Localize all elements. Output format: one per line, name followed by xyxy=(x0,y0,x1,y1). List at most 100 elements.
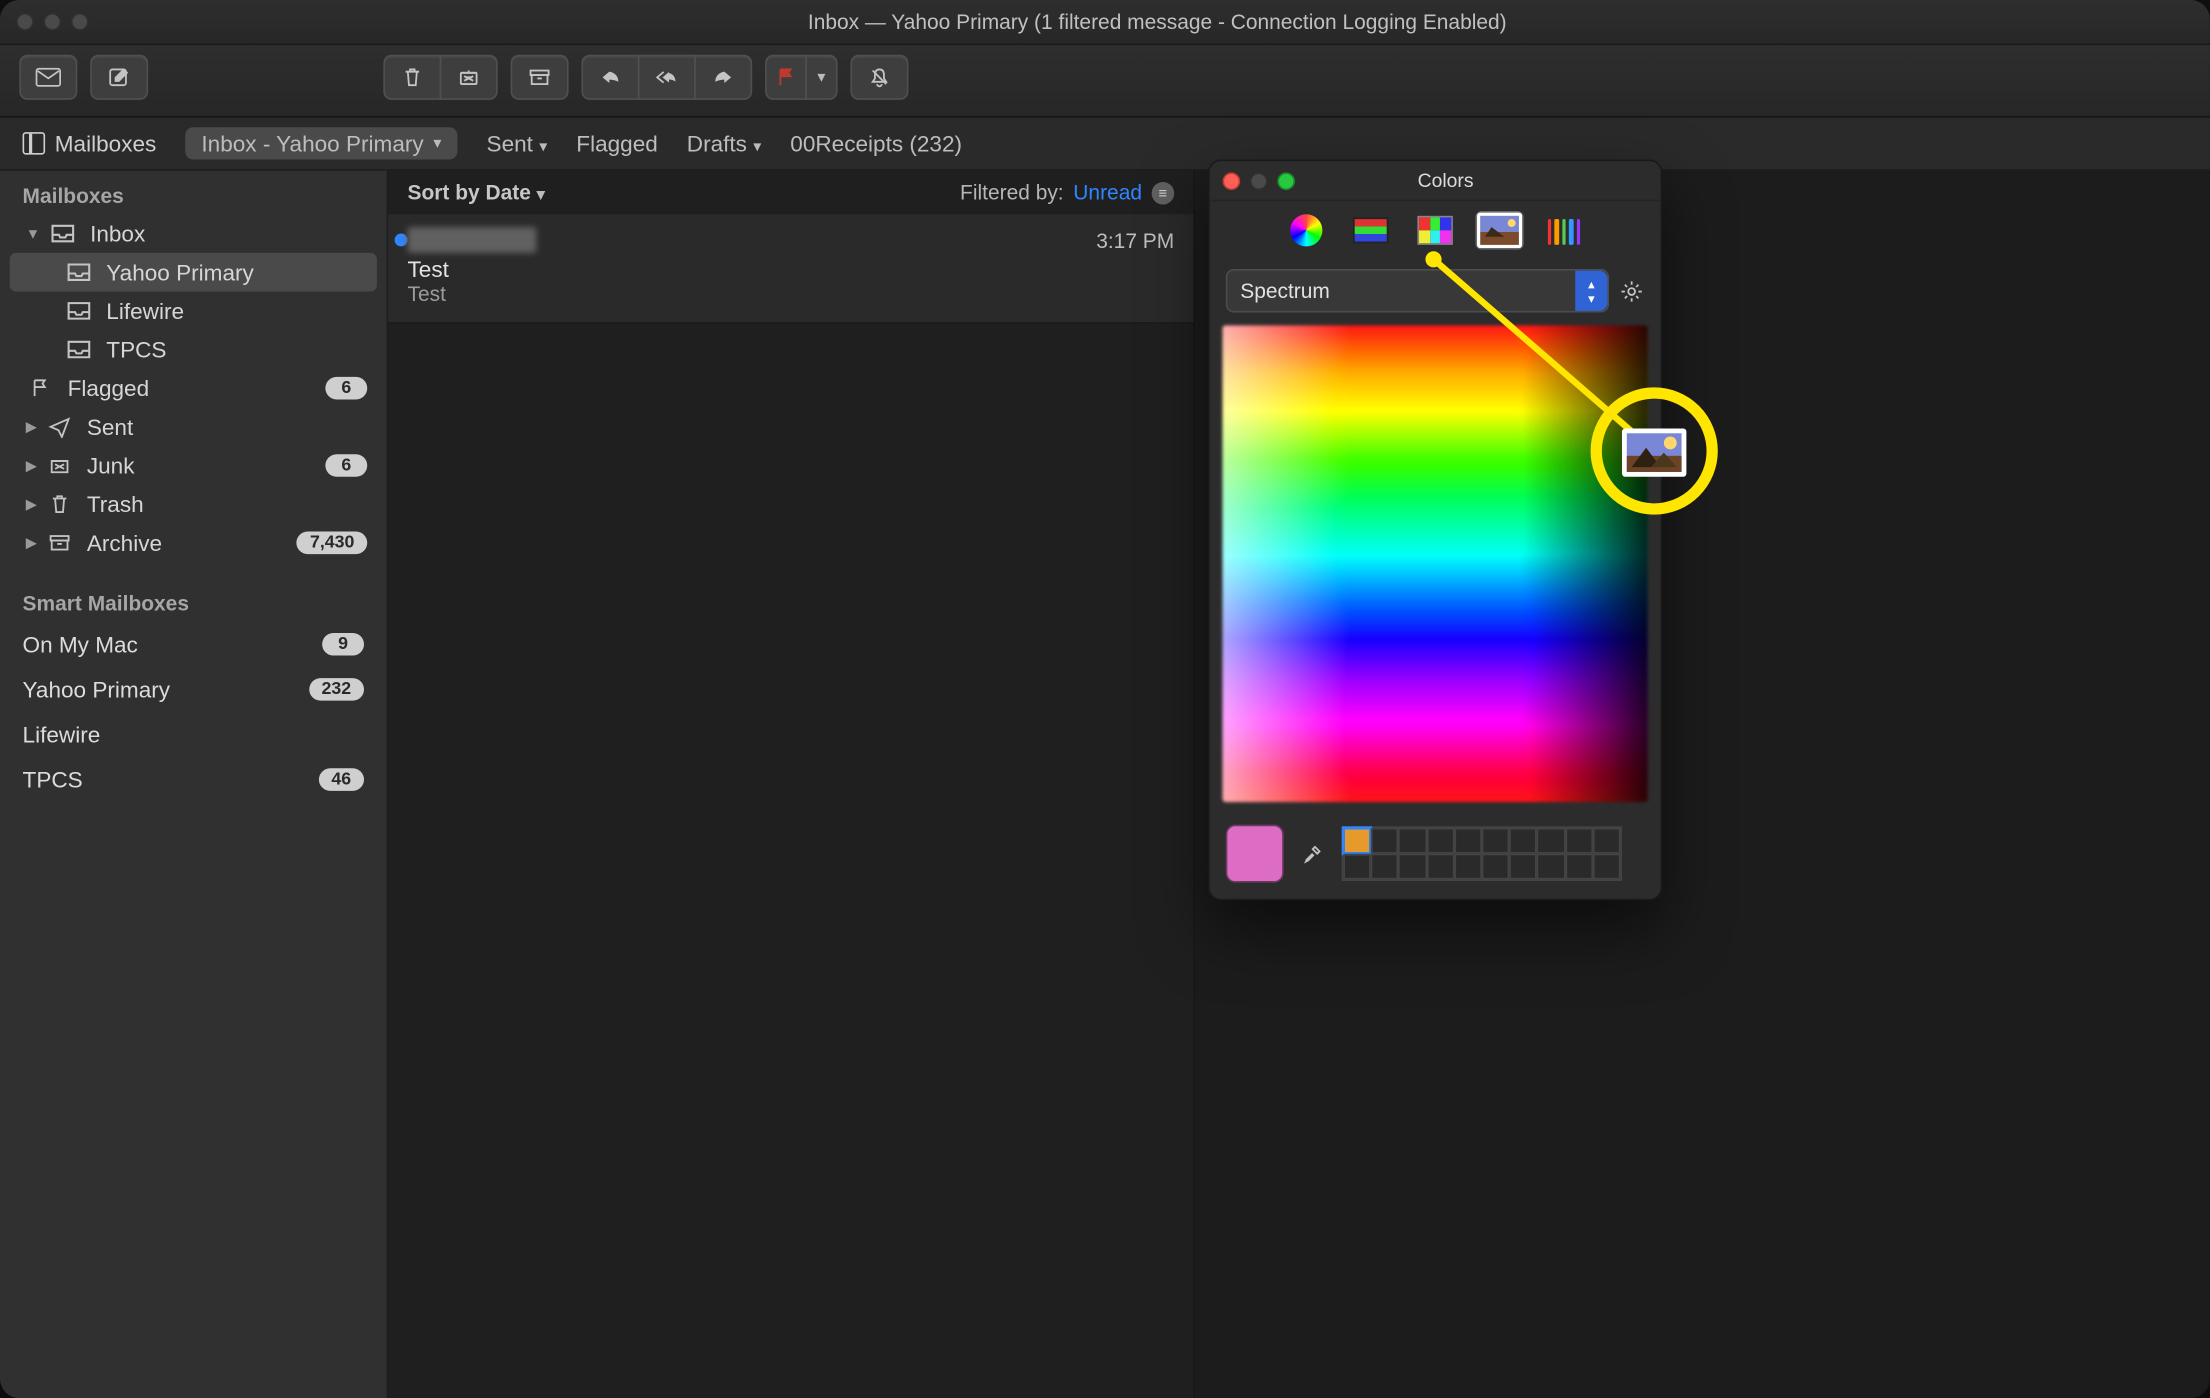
message-row[interactable]: 3:17 PM Test Test xyxy=(388,214,1193,324)
mode-color-palettes[interactable] xyxy=(1411,211,1459,250)
palette-settings-button[interactable] xyxy=(1619,278,1645,304)
swatch-cell[interactable] xyxy=(1371,854,1399,880)
sidebar-item-sent[interactable]: ▶ Sent xyxy=(0,408,387,447)
delete-button[interactable] xyxy=(383,55,441,100)
swatch-cell[interactable] xyxy=(1399,854,1427,880)
sidebar-item-yahoo-primary[interactable]: Yahoo Primary xyxy=(10,253,377,292)
mode-color-sliders[interactable] xyxy=(1347,211,1395,250)
junk-icon xyxy=(456,66,482,89)
chevron-down-icon: ▾ xyxy=(539,139,547,157)
reply-icon xyxy=(598,66,624,89)
inbox-tray-icon xyxy=(48,222,77,245)
colors-panel[interactable]: Colors Spectrum xyxy=(1208,159,1662,900)
swatch-cell[interactable] xyxy=(1510,854,1538,880)
minimize-window-icon[interactable] xyxy=(43,13,61,31)
current-color-well[interactable] xyxy=(1226,825,1284,883)
close-icon[interactable] xyxy=(1223,172,1241,190)
sidebar-item-junk[interactable]: ▶ Junk 6 xyxy=(0,446,387,485)
swatch-cell[interactable] xyxy=(1510,828,1538,854)
mailboxes-sidebar[interactable]: Mailboxes ▼ Inbox Yahoo Primary Lifewire xyxy=(0,171,388,1398)
filter-value-link[interactable]: Unread xyxy=(1073,180,1142,204)
sidebar-item-archive[interactable]: ▶ Archive 7,430 xyxy=(0,523,387,562)
move-to-junk-button[interactable] xyxy=(440,55,498,100)
disclosure-right-icon[interactable]: ▶ xyxy=(26,418,37,436)
swatch-cell[interactable] xyxy=(1426,854,1454,880)
sidebar-item-inbox[interactable]: ▼ Inbox xyxy=(0,214,387,253)
palette-dropdown[interactable]: Spectrum xyxy=(1226,269,1609,312)
new-message-button[interactable] xyxy=(90,55,148,100)
smart-item-lifewire[interactable]: Lifewire xyxy=(0,712,387,757)
reply-group xyxy=(581,55,752,100)
delete-group xyxy=(383,55,497,100)
toggle-sidebar-button[interactable]: Mailboxes xyxy=(23,130,157,156)
favorite-flagged[interactable]: Flagged xyxy=(576,130,657,156)
sidebar-section-header-mailboxes: Mailboxes xyxy=(0,171,387,214)
colors-panel-titlebar[interactable]: Colors xyxy=(1210,161,1661,201)
swatch-cell[interactable] xyxy=(1343,854,1371,880)
swatch-cell[interactable] xyxy=(1371,828,1399,854)
swatch-cell[interactable] xyxy=(1482,854,1510,880)
favorite-receipts[interactable]: 00Receipts (232) xyxy=(790,130,962,156)
swatch-cell[interactable] xyxy=(1593,828,1621,854)
chevron-down-icon: ▾ xyxy=(817,68,825,86)
swatch-cell[interactable] xyxy=(1343,828,1371,854)
get-new-mail-button[interactable] xyxy=(19,55,77,100)
minimize-icon[interactable] xyxy=(1250,172,1268,190)
flag-button[interactable] xyxy=(765,55,807,100)
swatch-grid[interactable] xyxy=(1342,826,1622,881)
eyedropper-icon xyxy=(1300,842,1326,865)
reply-all-icon xyxy=(654,66,680,89)
envelope-icon xyxy=(35,66,61,89)
disclosure-down-icon[interactable]: ▼ xyxy=(26,225,40,241)
sidebar-item-lifewire[interactable]: Lifewire xyxy=(0,292,387,331)
disclosure-right-icon[interactable]: ▶ xyxy=(26,457,37,475)
forward-icon xyxy=(710,66,736,89)
smart-item-tpcs[interactable]: TPCS 46 xyxy=(0,757,387,802)
message-list-pane: Sort by Date ▾ Filtered by: Unread ≡ 3:1… xyxy=(388,171,1195,1398)
smart-item-yahoo-primary[interactable]: Yahoo Primary 232 xyxy=(0,667,387,712)
mail-window: Inbox — Yahoo Primary (1 filtered messag… xyxy=(0,0,2210,1398)
current-mailbox-chip[interactable]: Inbox - Yahoo Primary ▾ xyxy=(185,127,457,159)
reply-all-button[interactable] xyxy=(638,55,696,100)
swatch-cell[interactable] xyxy=(1565,828,1593,854)
count-badge: 6 xyxy=(325,377,367,400)
swatch-cell[interactable] xyxy=(1454,828,1482,854)
swatch-cell[interactable] xyxy=(1426,828,1454,854)
favorite-drafts[interactable]: Drafts ▾ xyxy=(687,130,762,156)
swatch-cell[interactable] xyxy=(1454,854,1482,880)
sort-button[interactable]: Sort by Date ▾ xyxy=(408,180,545,204)
reply-button[interactable] xyxy=(581,55,639,100)
disclosure-right-icon[interactable]: ▶ xyxy=(26,495,37,513)
favorites-bar: Mailboxes Inbox - Yahoo Primary ▾ Sent ▾… xyxy=(0,118,2210,171)
favorite-sent[interactable]: Sent ▾ xyxy=(487,130,548,156)
swatch-cell[interactable] xyxy=(1565,854,1593,880)
spectrum-image[interactable] xyxy=(1223,325,1648,802)
swatch-cell[interactable] xyxy=(1537,854,1565,880)
sidebar-item-flagged[interactable]: Flagged 6 xyxy=(0,369,387,408)
mode-color-wheel[interactable] xyxy=(1282,211,1330,250)
forward-button[interactable] xyxy=(694,55,752,100)
swatch-cell[interactable] xyxy=(1537,828,1565,854)
current-mailbox-label: Inbox - Yahoo Primary xyxy=(201,130,423,156)
mode-image-palettes[interactable] xyxy=(1475,211,1523,250)
zoom-icon[interactable] xyxy=(1277,172,1295,190)
color-wheel-icon xyxy=(1290,214,1322,246)
disclosure-right-icon[interactable]: ▶ xyxy=(26,534,37,552)
filter-icon[interactable]: ≡ xyxy=(1152,181,1175,204)
swatch-cell[interactable] xyxy=(1482,828,1510,854)
archive-button[interactable] xyxy=(511,55,569,100)
flag-menu-button[interactable]: ▾ xyxy=(805,55,837,100)
swatch-cell[interactable] xyxy=(1593,854,1621,880)
smart-item-on-my-mac[interactable]: On My Mac 9 xyxy=(0,622,387,667)
close-window-icon[interactable] xyxy=(16,13,34,31)
zoom-window-icon[interactable] xyxy=(71,13,89,31)
count-badge: 232 xyxy=(309,678,364,701)
sidebar-item-trash[interactable]: ▶ Trash xyxy=(0,485,387,524)
mute-button[interactable] xyxy=(850,55,908,100)
message-list-header: Sort by Date ▾ Filtered by: Unread ≡ xyxy=(388,171,1193,214)
pencils-icon xyxy=(1548,216,1580,245)
sidebar-item-tpcs[interactable]: TPCS xyxy=(0,330,387,369)
mode-pencils[interactable] xyxy=(1540,211,1588,250)
swatch-cell[interactable] xyxy=(1399,828,1427,854)
eyedropper-button[interactable] xyxy=(1297,838,1329,870)
